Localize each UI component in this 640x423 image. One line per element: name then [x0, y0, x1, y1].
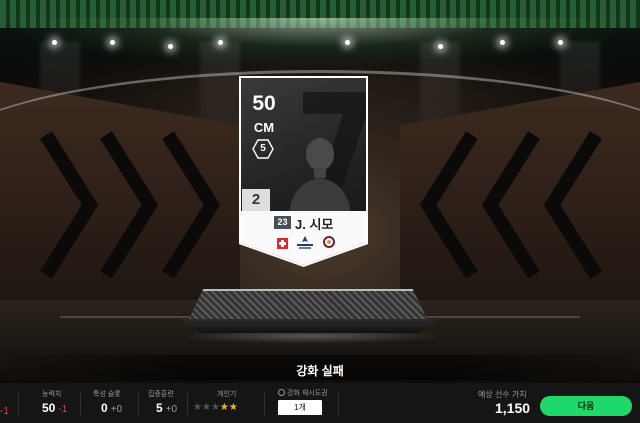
chevron-left-decor-icon — [543, 130, 604, 280]
stat-label: 특성 슬롯 — [93, 391, 121, 398]
stat-label: 개인기 — [217, 391, 237, 398]
star-filled-icon: ★ — [219, 402, 229, 413]
expected-value-label: 예상 선수 가치 — [478, 390, 527, 399]
chevron-left-decor-icon — [481, 130, 542, 280]
stat-value: 5 +0 — [156, 401, 178, 415]
next-button[interactable]: 다음 — [540, 396, 632, 416]
stadium-light — [500, 40, 505, 45]
enhancement-grade-badge: 2 — [242, 189, 270, 211]
divider — [18, 393, 19, 415]
divider — [187, 393, 188, 415]
player-silhouette-icon — [289, 134, 351, 214]
stat-delta: +0 — [110, 404, 123, 415]
chevron-right-decor-icon — [38, 130, 99, 280]
star-empty-icon: ★ — [210, 402, 220, 413]
skill-moves-value: 5 — [260, 143, 266, 154]
retry-ticket-button[interactable]: 1개 — [278, 400, 322, 415]
stat-value: 50 -1 — [42, 401, 68, 415]
divider — [80, 393, 81, 415]
card-pedestal — [189, 289, 427, 319]
club-crest-icon — [323, 236, 335, 248]
divider — [264, 393, 265, 415]
player-name: J. 시모 — [295, 217, 334, 232]
retry-ticket-label: 강화 재시도권 — [278, 388, 328, 398]
edge-stat-delta: -1 — [0, 406, 9, 417]
jersey-number: 23 — [274, 216, 291, 229]
star-rating: ★★★★★ — [193, 402, 238, 413]
star-empty-icon: ★ — [193, 402, 202, 413]
league-logo-icon — [297, 236, 313, 249]
clock-icon — [278, 389, 285, 396]
stat-delta: -1 — [58, 404, 68, 415]
stat-value: 0 +0 — [101, 401, 123, 415]
stadium-light — [168, 44, 173, 49]
star-filled-icon: ★ — [228, 402, 238, 413]
stat-label: 집중훈련 — [148, 391, 174, 398]
stat-label: 능력치 — [42, 391, 62, 398]
card-pedestal-base — [180, 319, 438, 333]
enhancement-result-text: 강화 실패 — [296, 364, 344, 378]
chevron-right-decor-icon — [160, 130, 221, 280]
stadium-light — [345, 40, 350, 45]
player-ovr: 50 — [252, 92, 276, 115]
switzerland-flag-icon — [277, 238, 288, 249]
chevron-left-decor-icon — [419, 130, 480, 280]
stat-delta: +0 — [165, 404, 178, 415]
player-card[interactable]: 50 CM 5 2 23 J. 시모 — [239, 76, 368, 267]
star-empty-icon: ★ — [201, 402, 211, 413]
expected-value: 1,150 — [495, 400, 531, 416]
player-position: CM — [253, 120, 275, 135]
stadium-light — [110, 40, 115, 45]
player-card-face: 50 CM 5 2 23 J. 시모 — [241, 78, 366, 265]
divider — [138, 393, 139, 415]
divider — [338, 393, 339, 415]
roof-glow — [0, 18, 640, 68]
chevron-right-decor-icon — [98, 130, 159, 280]
skill-moves-badge: 5 — [252, 139, 274, 159]
